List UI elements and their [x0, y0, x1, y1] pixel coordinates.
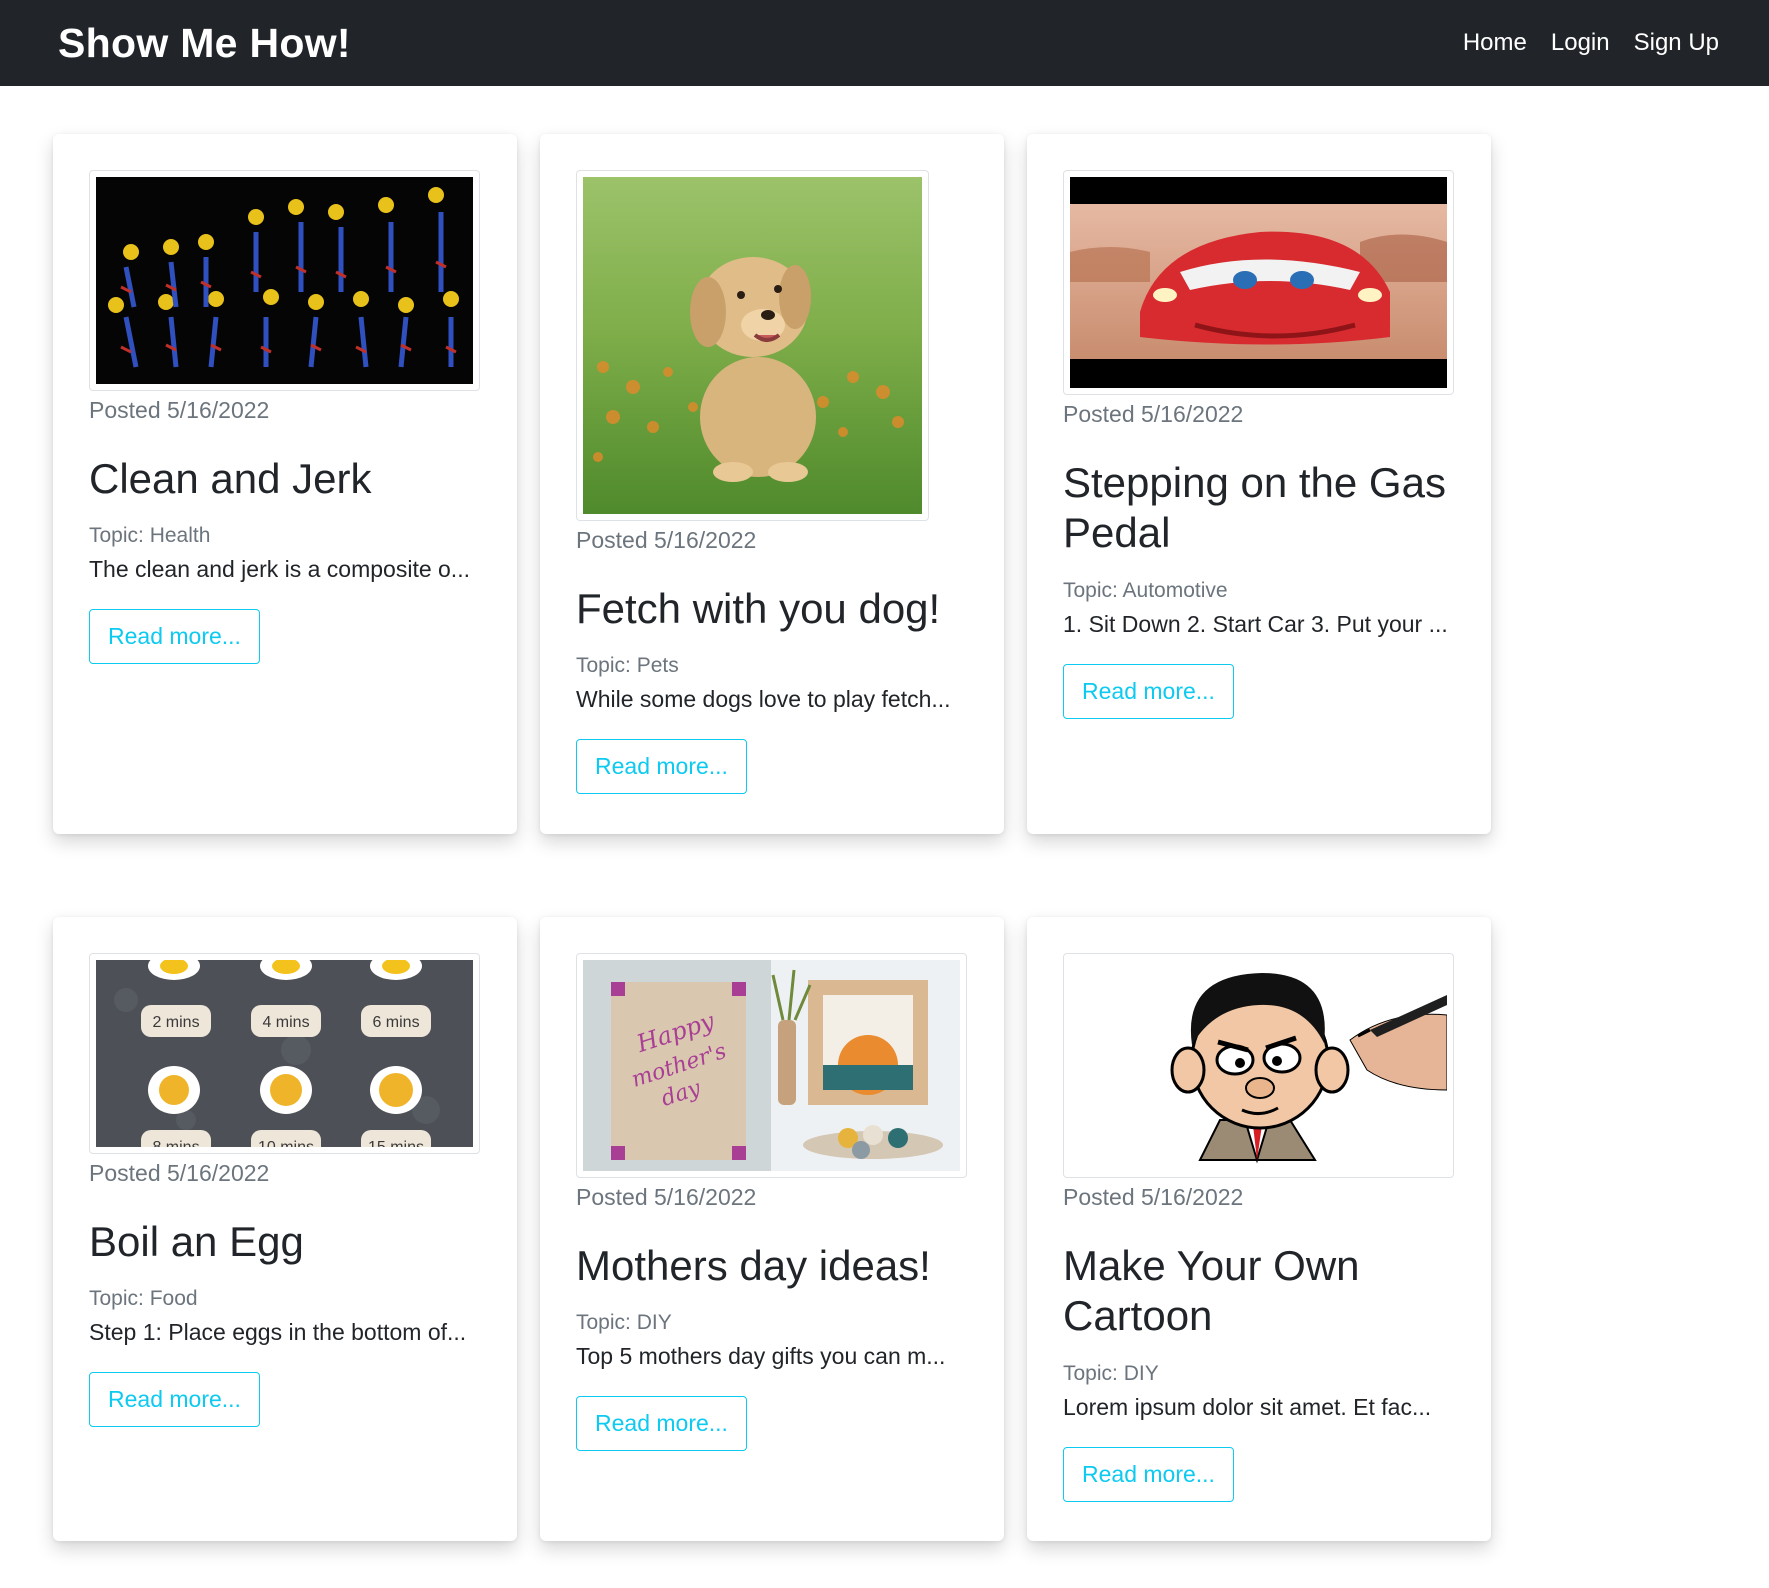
post-image	[1063, 953, 1454, 1178]
red-race-car-image	[1070, 177, 1447, 388]
svg-text:6 mins: 6 mins	[372, 1014, 419, 1031]
post-title: Boil an Egg	[89, 1218, 304, 1265]
post-image	[576, 170, 929, 521]
post-excerpt: Lorem ipsum dolor sit amet. Et fac...	[1063, 1393, 1432, 1420]
post-topic: Topic: DIY	[576, 1311, 672, 1335]
post-date: Posted 5/16/2022	[1063, 401, 1244, 427]
post-card-make-cartoon: Posted 5/16/2022 Make Your Own Cartoon T…	[1027, 917, 1491, 1541]
post-title: Fetch with you dog!	[576, 585, 941, 632]
post-title: Stepping on the Gas Pedal	[1063, 459, 1446, 557]
post-excerpt: Top 5 mothers day gifts you can m...	[576, 1343, 946, 1370]
post-image	[89, 170, 480, 391]
brand-logo[interactable]: Show Me How!	[58, 20, 351, 67]
nav-link-login[interactable]: Login	[1551, 29, 1610, 57]
post-date: Posted 5/16/2022	[576, 1184, 757, 1210]
nav-link-home[interactable]: Home	[1463, 29, 1527, 57]
svg-text:2 mins: 2 mins	[152, 1014, 199, 1031]
svg-text:8 mins: 8 mins	[152, 1139, 199, 1147]
puppy-in-grass-image	[583, 177, 922, 514]
post-image	[1063, 170, 1454, 395]
read-more-button[interactable]: Read more...	[89, 609, 260, 665]
post-image: 2 mins 4 mins 6 mins 8 mins 10 mins 15 m…	[89, 953, 480, 1154]
post-date: Posted 5/16/2022	[89, 1160, 270, 1186]
post-topic: Topic: Pets	[576, 654, 679, 678]
post-topic: Topic: Automotive	[1063, 578, 1228, 602]
post-topic: Topic: DIY	[1063, 1361, 1159, 1385]
post-excerpt: 1. Sit Down 2. Start Car 3. Put your ...	[1063, 610, 1448, 637]
nav-link-signup[interactable]: Sign Up	[1634, 29, 1719, 57]
post-date: Posted 5/16/2022	[576, 527, 757, 553]
read-more-button[interactable]: Read more...	[576, 1396, 747, 1452]
read-more-button[interactable]: Read more...	[89, 1372, 260, 1428]
post-card-mothers-day: Happy mother's day Posted 5/16/2022 Moth…	[540, 917, 1004, 1541]
post-title: Clean and Jerk	[89, 455, 372, 502]
read-more-button[interactable]: Read more...	[1063, 1446, 1234, 1502]
post-title: Mothers day ideas!	[576, 1242, 931, 1289]
mothers-day-card-image: Happy mother's day	[583, 960, 960, 1171]
post-card-gas-pedal: Posted 5/16/2022 Stepping on the Gas Ped…	[1027, 134, 1491, 834]
post-title: Make Your Own Cartoon	[1063, 1242, 1360, 1340]
read-more-button[interactable]: Read more...	[1063, 663, 1234, 719]
post-excerpt: While some dogs love to play fetch...	[576, 686, 951, 713]
svg-text:15 mins: 15 mins	[368, 1139, 424, 1147]
read-more-button[interactable]: Read more...	[576, 739, 747, 795]
post-excerpt: Step 1: Place eggs in the bottom of...	[89, 1319, 467, 1346]
post-date: Posted 5/16/2022	[1063, 1184, 1244, 1210]
svg-text:4 mins: 4 mins	[262, 1014, 309, 1031]
svg-text:10 mins: 10 mins	[258, 1139, 314, 1147]
post-date: Posted 5/16/2022	[89, 397, 270, 423]
post-card-boil-an-egg: 2 mins 4 mins 6 mins 8 mins 10 mins 15 m…	[53, 917, 517, 1541]
post-excerpt: The clean and jerk is a composite o...	[89, 556, 470, 583]
post-image: Happy mother's day	[576, 953, 967, 1178]
post-topic: Topic: Health	[89, 524, 211, 548]
post-topic: Topic: Food	[89, 1287, 198, 1311]
post-card-clean-and-jerk: Posted 5/16/2022 Clean and Jerk Topic: H…	[53, 134, 517, 834]
cartoon-drawing-image	[1070, 960, 1447, 1171]
nav-links: Home Login Sign Up	[1463, 29, 1719, 57]
boiled-eggs-timing-image: 2 mins 4 mins 6 mins 8 mins 10 mins 15 m…	[96, 960, 473, 1147]
post-card-fetch-with-dog: Posted 5/16/2022 Fetch with you dog! Top…	[540, 134, 1004, 834]
weightlifting-sequence-image	[96, 177, 473, 384]
top-navbar: Show Me How! Home Login Sign Up	[0, 0, 1769, 86]
